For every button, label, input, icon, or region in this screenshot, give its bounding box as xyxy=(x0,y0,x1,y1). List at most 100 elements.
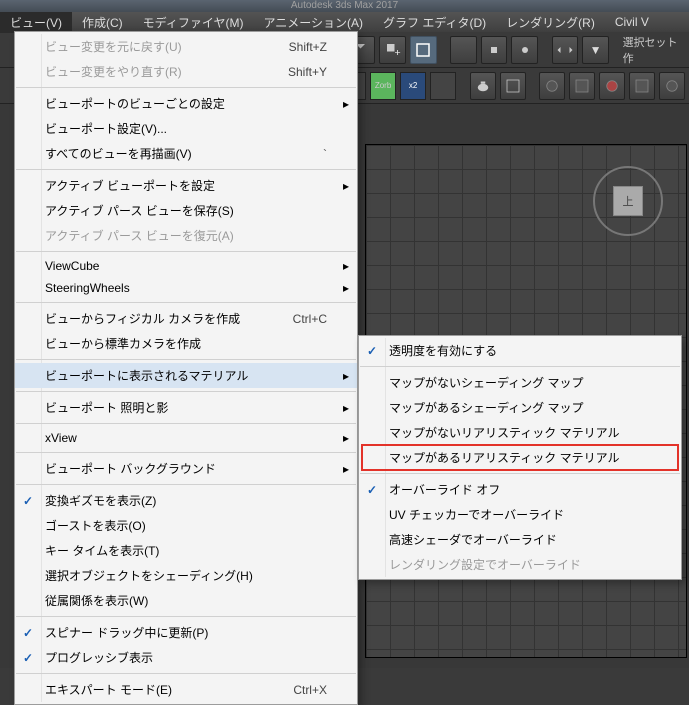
material-submenu-item-label: UV チェッカーでオーバーライド xyxy=(389,506,564,523)
shortcut-label: ` xyxy=(323,147,327,161)
view-menu-item-label: ビュー変更をやり直す(R) xyxy=(45,63,182,80)
menubar-item-animation[interactable]: アニメーション(A) xyxy=(253,12,373,33)
view-menu-item-26[interactable]: ゴーストを表示(O) xyxy=(15,513,357,538)
material-submenu-item-label: マップがあるリアリスティック マテリアル xyxy=(389,449,620,466)
view-menu-item-3[interactable]: ビューポートのビューごとの設定▸ xyxy=(15,91,357,116)
tool-select-all[interactable] xyxy=(410,36,437,64)
view-menu-item-34[interactable]: エキスパート モード(E)Ctrl+X xyxy=(15,677,357,702)
material-submenu-item-label: 高速シェーダでオーバーライド xyxy=(389,531,557,548)
submenu-arrow-icon: ▸ xyxy=(343,259,349,273)
tool-render-icon[interactable] xyxy=(500,72,526,100)
view-menu-separator xyxy=(16,169,356,170)
thumb-4[interactable] xyxy=(430,72,456,100)
material-submenu-item-label: レンダリング設定でオーバーライド xyxy=(389,556,581,573)
view-menu-item-label: ビューポート バックグラウンド xyxy=(45,460,216,477)
view-menu-item-label: xView xyxy=(45,431,77,445)
menubar-item-render[interactable]: レンダリング(R) xyxy=(496,12,605,33)
view-menu-item-15[interactable]: ビューから標準カメラを作成 xyxy=(15,331,357,356)
menubar: ビュー(V) 作成(C) モディファイヤ(M) アニメーション(A) グラフ エ… xyxy=(0,12,689,32)
material-submenu-item-label: マップがないシェーディング マップ xyxy=(389,374,584,391)
check-icon: ✓ xyxy=(367,483,377,497)
view-menu-item-4[interactable]: ビューポート設定(V)... xyxy=(15,116,357,141)
tool-snaps-icon[interactable] xyxy=(481,36,508,64)
submenu-arrow-icon: ▸ xyxy=(343,462,349,476)
submenu-arrow-icon: ▸ xyxy=(343,369,349,383)
view-menu-item-19[interactable]: ビューポート 照明と影▸ xyxy=(15,395,357,420)
view-menu-item-label: ビューポートのビューごとの設定 xyxy=(45,95,225,112)
material-submenu-item-7[interactable]: ✓オーバーライド オフ xyxy=(359,477,681,502)
shortcut-label: Shift+Y xyxy=(288,65,327,79)
view-menu-item-12[interactable]: SteeringWheels ▸ xyxy=(15,277,357,299)
view-menu-item-25[interactable]: ✓変換ギズモを表示(Z) xyxy=(15,488,357,513)
check-icon: ✓ xyxy=(367,344,377,358)
view-menu-item-21[interactable]: xView▸ xyxy=(15,427,357,449)
view-menu-separator xyxy=(16,87,356,88)
tool-rs2-icon[interactable] xyxy=(569,72,595,100)
material-submenu-item-3[interactable]: マップがあるシェーディング マップ xyxy=(359,395,681,420)
view-menu-item-14[interactable]: ビューからフィジカル カメラを作成 Ctrl+C xyxy=(15,306,357,331)
view-menu-item-label: アクティブ ビューポートを設定 xyxy=(45,177,215,194)
shortcut-label: Ctrl+C xyxy=(293,312,327,326)
material-submenu-item-2[interactable]: マップがないシェーディング マップ xyxy=(359,370,681,395)
material-submenu-item-9[interactable]: 高速シェーダでオーバーライド xyxy=(359,527,681,552)
viewcube-face[interactable]: 上 xyxy=(613,186,643,216)
svg-text:+: + xyxy=(394,47,400,59)
thumb-2[interactable]: Zorb xyxy=(370,72,396,100)
tool-rs5-icon[interactable] xyxy=(659,72,685,100)
menubar-item-create[interactable]: 作成(C) xyxy=(72,12,133,33)
view-menu-separator xyxy=(16,616,356,617)
submenu-arrow-icon: ▸ xyxy=(343,281,349,295)
view-menu-item-label: ビュー変更を元に戻す(U) xyxy=(45,38,182,55)
view-menu-separator xyxy=(16,452,356,453)
material-submenu-item-5[interactable]: マップがあるリアリスティック マテリアル xyxy=(359,445,681,470)
view-menu-item-11[interactable]: ViewCube ▸ xyxy=(15,255,357,277)
view-menu-item-0: ビュー変更を元に戻す(U) Shift+Z xyxy=(15,34,357,59)
view-menu-item-label: ビューからフィジカル カメラを作成 xyxy=(45,310,240,327)
shortcut-label: Shift+Z xyxy=(289,40,327,54)
menubar-item-graph[interactable]: グラフ エディタ(D) xyxy=(373,12,496,33)
view-menu-item-label: 選択オブジェクトをシェーディング(H) xyxy=(45,567,253,584)
view-menu-separator xyxy=(16,423,356,424)
material-submenu-item-0[interactable]: ✓透明度を有効にする xyxy=(359,338,681,363)
view-menu-item-label: ビューポート設定(V)... xyxy=(45,120,167,137)
tool-add-icon[interactable]: + xyxy=(379,36,406,64)
material-submenu-separator xyxy=(360,366,680,367)
tool-rs3-icon[interactable] xyxy=(599,72,625,100)
view-menu-item-29[interactable]: 従属関係を表示(W) xyxy=(15,588,357,613)
view-menu-item-5[interactable]: すべてのビューを再描画(V)` xyxy=(15,141,357,166)
view-menu-item-label: SteeringWheels xyxy=(45,281,130,295)
tool-more-icon[interactable] xyxy=(511,36,538,64)
tool-align-icon[interactable] xyxy=(450,36,477,64)
titlebar-text: Autodesk 3ds Max 2017 xyxy=(291,0,398,12)
tool-mirror-icon[interactable] xyxy=(552,36,579,64)
material-submenu-item-10: レンダリング設定でオーバーライド xyxy=(359,552,681,577)
view-menu-item-7[interactable]: アクティブ ビューポートを設定▸ xyxy=(15,173,357,198)
menubar-item-view[interactable]: ビュー(V) xyxy=(0,12,72,33)
view-menu-item-8[interactable]: アクティブ パース ビューを保存(S) xyxy=(15,198,357,223)
view-menu-item-label: ViewCube xyxy=(45,259,99,273)
tool-rs4-icon[interactable] xyxy=(629,72,655,100)
view-menu-item-28[interactable]: 選択オブジェクトをシェーディング(H) xyxy=(15,563,357,588)
view-menu-item-label: アクティブ パース ビューを復元(A) xyxy=(45,227,234,244)
tool-rs1-icon[interactable] xyxy=(539,72,565,100)
menubar-item-civil[interactable]: Civil V xyxy=(605,13,659,31)
view-menu-item-32[interactable]: ✓プログレッシブ表示 xyxy=(15,645,357,670)
viewcube[interactable]: 上 xyxy=(593,166,663,236)
menubar-item-modifier[interactable]: モディファイヤ(M) xyxy=(133,12,254,33)
view-menu-item-31[interactable]: ✓スピナー ドラッグ中に更新(P) xyxy=(15,620,357,645)
thumb-3[interactable]: x2 xyxy=(400,72,426,100)
view-menu-item-label: プログレッシブ表示 xyxy=(45,649,153,666)
shortcut-label: Ctrl+X xyxy=(293,683,327,697)
view-menu-item-27[interactable]: キー タイムを表示(T) xyxy=(15,538,357,563)
material-submenu-separator xyxy=(360,473,680,474)
selection-set-label: 選択セット作 xyxy=(623,34,685,66)
view-menu-item-label: 従属関係を表示(W) xyxy=(45,592,148,609)
tool-dropdown-icon[interactable]: ▼ xyxy=(582,36,609,64)
material-submenu-item-8[interactable]: UV チェッカーでオーバーライド xyxy=(359,502,681,527)
tool-teapot-icon[interactable] xyxy=(470,72,496,100)
view-menu-item-17[interactable]: ビューポートに表示されるマテリアル▸ xyxy=(15,363,357,388)
view-menu-separator xyxy=(16,302,356,303)
view-menu: ビュー変更を元に戻す(U) Shift+Z ビュー変更をやり直す(R) Shift+Y… xyxy=(14,31,358,705)
view-menu-item-23[interactable]: ビューポート バックグラウンド ▸ xyxy=(15,456,357,481)
material-submenu-item-4[interactable]: マップがないリアリスティック マテリアル xyxy=(359,420,681,445)
